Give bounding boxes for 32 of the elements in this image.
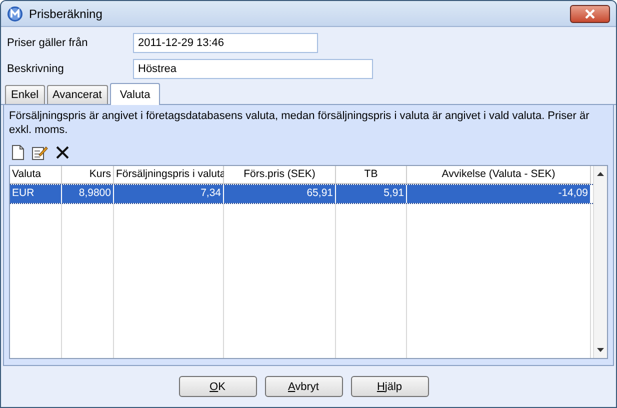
app-logo-icon [7,6,23,22]
window-title: Prisberäkning [29,6,104,20]
dialog-button[interactable]: Avbryt [264,376,342,397]
tab[interactable]: Enkel [5,85,45,104]
close-icon [584,8,596,18]
close-button[interactable] [570,4,610,22]
input-field[interactable]: Höstrea [133,59,373,79]
input-field[interactable]: 2011-12-29 13:46 [133,33,318,53]
column-header[interactable]: TB [336,166,407,184]
column-header[interactable]: Förs.pris (SEK) [224,166,336,184]
column-header[interactable]: Valuta [10,166,62,184]
table-cell[interactable]: 8,9800 [62,185,114,203]
info-text: Försäljningspris är angivet i företagsdatabasens valuta, medan försäljningspris i valuta är angivet i vald valuta. Priser är exkl. moms. [9,109,590,137]
new-document-icon[interactable] [12,145,24,160]
field-label: Priser gäller från [7,37,89,49]
field-label: Beskrivning [7,63,65,75]
column-header[interactable]: Kurs [62,166,114,184]
scrollbar[interactable] [593,166,607,358]
dialog-button[interactable]: Hjälp [350,376,428,397]
tab[interactable]: Valuta [110,83,160,105]
table-cell[interactable]: -14,09 [407,185,591,203]
column-header[interactable]: Avvikelse (Valuta - SEK) [407,166,591,184]
table-cell[interactable]: 7,34 [114,185,224,203]
table-cell[interactable]: EUR [10,185,62,203]
delete-icon[interactable] [56,146,69,159]
tab[interactable]: Avancerat [46,85,108,104]
table-cell[interactable]: 65,91 [224,185,336,203]
table-cell[interactable]: 5,91 [336,185,407,203]
scroll-down-icon[interactable] [597,348,604,352]
scroll-up-icon[interactable] [597,172,604,176]
dialog-button[interactable]: OK [178,376,256,397]
edit-document-icon[interactable] [32,145,48,160]
